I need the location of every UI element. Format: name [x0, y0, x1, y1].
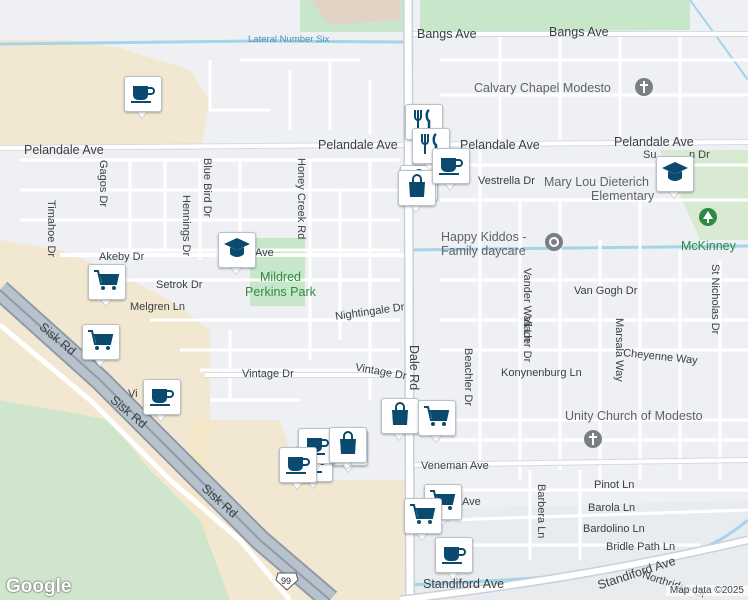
park-pin[interactable]	[699, 208, 717, 226]
shopping-marker[interactable]	[329, 427, 367, 471]
street-label-barola: Barola Ln	[588, 502, 636, 514]
park-label-mildred: Perkins Park	[245, 285, 316, 299]
coffee-icon	[128, 79, 158, 110]
school-icon	[660, 159, 690, 190]
cart-icon	[86, 327, 116, 358]
street-label-bridle: Bridle Path Ln	[606, 541, 676, 553]
cart-marker[interactable]	[404, 498, 442, 542]
coffee-icon	[283, 450, 313, 481]
cart-icon	[422, 403, 452, 434]
street-label-setrok: Setrok Dr	[156, 279, 203, 291]
poi-label-unity: Unity Church of Modesto	[565, 409, 703, 423]
street-label-timahoe: Timahoe Dr	[45, 200, 57, 258]
street-label-pelandale: Pelandale Ave	[460, 138, 540, 152]
coffee-icon	[436, 151, 466, 182]
school-marker[interactable]	[218, 232, 256, 276]
coffee-icon	[439, 540, 469, 571]
church-pin[interactable]	[635, 78, 653, 96]
street-label-bangs: Bangs Ave	[549, 25, 609, 39]
cart-marker[interactable]	[88, 264, 126, 308]
street-label-vestrella: Vestrella Dr	[478, 175, 535, 187]
street-label-vi: Vi	[128, 388, 138, 400]
street-label-pelandale: Pelandale Ave	[318, 138, 398, 152]
google-logo: Google	[6, 576, 72, 597]
poi-label-happy: Happy Kiddos -	[441, 230, 527, 244]
poi-label-marylou: Mary Lou Dieterich	[544, 175, 649, 189]
street-label-sun: Su	[643, 149, 657, 161]
street-label-gagos: Gagos Dr	[97, 160, 109, 208]
canal-label: Lateral Number Six	[248, 34, 330, 45]
street-label-bardolino: Bardolino Ln	[583, 523, 645, 535]
street-label-beachler: Beachler Dr	[462, 348, 474, 407]
coffee-icon	[147, 382, 177, 413]
shopping-icon	[402, 173, 432, 204]
street-label-vangogh: Van Gogh Dr	[574, 285, 638, 297]
coffee-marker[interactable]	[143, 379, 181, 423]
street-label-bangs: Bangs Ave	[417, 27, 477, 41]
street-label-pelandale: Pelandale Ave	[614, 135, 694, 149]
street-label-barbera: Barbera Ln	[535, 484, 547, 539]
poi-label-marylou: Elementary	[591, 189, 655, 203]
cart-marker[interactable]	[82, 324, 120, 368]
cart-icon	[408, 501, 438, 532]
street-label-pinot: Pinot Ln	[594, 479, 635, 491]
coffee-marker[interactable]	[124, 76, 162, 120]
poi-label-calvary: Calvary Chapel Modesto	[474, 81, 611, 95]
street-label-ave: Ave	[462, 496, 481, 508]
school-marker[interactable]	[656, 156, 694, 200]
map-attribution: Map data ©2025	[665, 585, 748, 596]
school-icon	[222, 235, 252, 266]
street-label-akeby: Akeby Dr	[99, 251, 145, 263]
poi-label-happy: Family daycare	[441, 244, 526, 258]
coffee-marker[interactable]	[435, 537, 473, 581]
street-label-ave: Ave	[255, 247, 274, 259]
street-label-honeycreek: Honey Creek Rd	[295, 158, 307, 240]
park-label-mildred: Mildred	[260, 270, 301, 284]
coffee-marker[interactable]	[432, 148, 470, 192]
cart-icon	[92, 267, 122, 298]
shopping-icon	[333, 430, 363, 461]
coffee-marker[interactable]	[279, 447, 317, 491]
street-label-konynenburg: Konynenburg Ln	[501, 367, 582, 379]
street-label-melgren: Melgren Ln	[130, 301, 186, 313]
poi-label-mckinney: McKinney	[681, 239, 736, 253]
shopping-icon	[385, 401, 415, 432]
daycare-pin[interactable]	[545, 233, 563, 251]
highway-99-label: 99	[281, 576, 292, 586]
street-label-veneman: Veneman Ave	[421, 460, 489, 472]
street-label-bluebird: Blue Bird Dr	[201, 158, 213, 218]
street-label-viader: Viader Dr	[521, 316, 533, 363]
street-label-vintage: Vintage Dr	[242, 368, 294, 380]
street-label-pelandale: Pelandale Ave	[24, 143, 104, 157]
shopping-marker[interactable]	[381, 398, 419, 442]
map-canvas[interactable]: Lateral Number Six Bangs Ave Bangs Ave C…	[0, 0, 748, 600]
street-label-dale: Dale Rd	[407, 345, 421, 391]
shopping-marker[interactable]	[398, 170, 436, 214]
street-label-hennings: Hennings Dr	[180, 195, 192, 257]
church-pin[interactable]	[584, 430, 602, 448]
cart-marker[interactable]	[418, 400, 456, 444]
street-label-stnicholas: St Nicholas Dr	[709, 264, 721, 335]
